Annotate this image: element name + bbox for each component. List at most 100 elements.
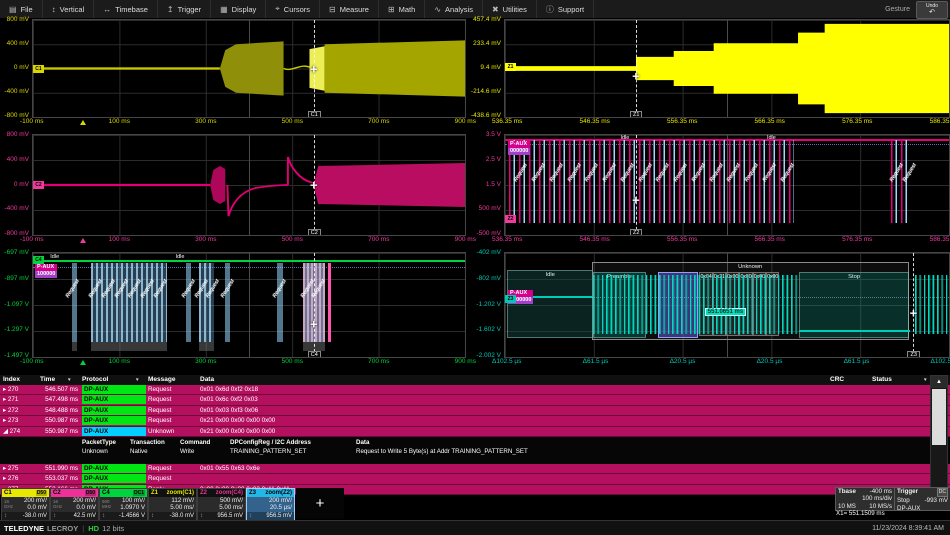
expand-icon[interactable]: ▸ (3, 465, 6, 472)
z3-signal-low-level (799, 330, 910, 332)
col-message[interactable]: Message (148, 375, 175, 385)
table-row[interactable]: ▸ 270 546.507 ms DP-AUX Request 0x01 0x6… (0, 385, 950, 395)
decode-unknown-label: Unknown (593, 264, 908, 270)
descriptor-z2[interactable]: Z2zoom(C4) 500 mV/ 5.00 ms/ ↕956.5 mV (197, 488, 246, 521)
z3-trace-indicator[interactable]: Z3 (505, 295, 516, 303)
tick-label: 556.35 ms (667, 236, 697, 243)
tick-label: 566.35 ms (755, 236, 785, 243)
col-status[interactable]: Status (872, 375, 892, 385)
add-trace-button[interactable]: + (296, 488, 344, 519)
scroll-up-icon[interactable]: ▲ (931, 376, 947, 388)
menu-math[interactable]: ⊞Math (379, 0, 425, 18)
table-row[interactable]: ▸ 271 547.498 ms DP-AUX Request 0x01 0x6… (0, 395, 950, 405)
zoom-hscale: 5.00 ms/ (149, 504, 196, 511)
c4-decode-marker (328, 263, 330, 342)
row-message: Request (148, 464, 171, 473)
scrollbar-thumb[interactable] (932, 389, 946, 445)
z3-plot[interactable]: Idle Unknown Preamble 0x040x210x000x000x… (504, 252, 950, 358)
decode-idle-label: Idle (767, 135, 776, 141)
col-index[interactable]: Index (3, 375, 20, 385)
c4-x-axis: -100 ms100 ms300 ms500 ms700 ms900 ms (20, 358, 476, 365)
expand-icon[interactable]: ▸ (3, 417, 6, 424)
table-row[interactable]: ▸ 272 548.488 ms DP-AUX Request 0x01 0x0… (0, 406, 950, 416)
c4-trace-indicator[interactable]: C4 (33, 256, 44, 264)
protocol-chip: DP-AUX (82, 427, 146, 436)
z2-trace-indicator[interactable]: Z2 (505, 215, 516, 223)
row-index: 274 (10, 428, 21, 435)
menu-vertical-label: Vertical (60, 5, 85, 14)
expand-icon[interactable]: ▸ (3, 386, 6, 393)
z1-plot[interactable]: Z1 Z1 + (504, 19, 950, 118)
menu-measure-label: Measure (340, 5, 369, 14)
table-row[interactable]: ▸ 275 551.990 ms DP-AUX Request 0x01 0x5… (0, 464, 950, 474)
timebase-box[interactable]: Tbase-400 ms 100 ms/div 10 MS10 MS/s (835, 487, 895, 511)
menu-display[interactable]: ▦Display (211, 0, 266, 18)
row-time: 546.507 ms (28, 385, 78, 394)
expand-icon[interactable]: ▸ (3, 396, 6, 403)
col-data[interactable]: Data (200, 375, 214, 385)
trigger-title: Trigger (897, 488, 918, 497)
z2-plot[interactable]: Request Request Request Request Request … (504, 134, 950, 236)
c2-trace-indicator[interactable]: C2 (33, 181, 44, 189)
collapse-icon[interactable]: ◢ (3, 428, 8, 435)
grid-c2: 800 mV400 mV0 mV-400 mV-800 mV C2 C2 + -… (0, 134, 466, 248)
row-data: 0x21 0x00 0x00 0x00 0x00 (200, 427, 275, 436)
tick-label: 546.35 ms (580, 118, 610, 125)
table-row[interactable]: ▸ 273 550.987 ms DP-AUX Request 0x21 0x0… (0, 416, 950, 426)
z1-trace-indicator[interactable]: Z1 (505, 63, 516, 71)
menu-file-label: File (21, 5, 33, 14)
c2-crosshair-icon: + (310, 178, 318, 193)
cursors-icon: ⌖ (275, 4, 280, 14)
menu-support[interactable]: ⓘSupport (537, 0, 594, 18)
offset-icon: ↕ (249, 512, 252, 520)
c1-plot[interactable]: C1 C1 + (32, 19, 466, 118)
expand-icon[interactable]: ▸ (3, 475, 6, 482)
descriptor-c4[interactable]: C4DC1 100 mV/ 1.0970 V 500MHz ↕-1.4566 V (99, 488, 148, 521)
descriptor-z3-selected[interactable]: Z3zoom(Z2) 200 mV/ 20.5 µs/ ↕956.5 mV (246, 488, 295, 521)
menu-cursors[interactable]: ⌖Cursors (266, 0, 320, 18)
menu-vertical[interactable]: ↕Vertical (43, 0, 95, 18)
tick-label: 556.35 ms (667, 118, 697, 125)
c1-trace-indicator[interactable]: C1 (33, 65, 44, 73)
undo-button[interactable]: Undo ↶ (916, 1, 948, 19)
badge-title: P-AUX (35, 264, 57, 271)
col-crc[interactable]: CRC (830, 375, 844, 385)
expand-icon[interactable]: ▸ (3, 407, 6, 414)
c2-plot[interactable]: C2 C2 + (32, 134, 466, 236)
c4-time-cursor[interactable]: C4 (314, 253, 315, 357)
decode-idle-label: Idle (620, 135, 629, 141)
table-scrollbar[interactable]: ▲ (930, 375, 948, 489)
utilities-icon: ✖ (492, 5, 499, 14)
table-row-expanded[interactable]: ◢ 274 550.987 ms DP-AUX Unknown 0x21 0x0… (0, 427, 950, 437)
menu-trigger[interactable]: ↥Trigger (158, 0, 211, 18)
tick-label: Δ61.5 µs (844, 358, 870, 365)
col-time[interactable]: Time (40, 375, 55, 385)
menu-timebase[interactable]: ↔Timebase (94, 0, 158, 18)
c4-burst-stub (199, 342, 214, 350)
z2-cursor-label: Z2 (630, 229, 642, 236)
row-index: 276 (8, 475, 19, 482)
x1-cursor-readout: X1= 551.1509 ms (836, 510, 916, 517)
bw-unit-badge: GHz (53, 504, 62, 509)
table-row[interactable]: ▸ 276 553.037 ms DP-AUX Request (0, 474, 950, 484)
row-index: 270 (8, 386, 19, 393)
tick-label: -100 ms (20, 236, 43, 243)
descriptor-z1[interactable]: Z1zoom(C1) 112 mV/ 5.00 ms/ ↕-38.0 mV (148, 488, 197, 521)
z3-pulse-train (915, 275, 949, 334)
descriptor-c2[interactable]: C2D50 200 mV/ 0.0 mV 16GHz ↕42.5 mV (50, 488, 99, 521)
c4-plot[interactable]: Request Request Request Request Request … (32, 252, 466, 358)
menu-measure[interactable]: ⊟ Measure (320, 0, 379, 18)
col-protocol[interactable]: Protocol (82, 375, 108, 385)
c2-trigger-time-marker (80, 238, 86, 243)
z2-time-cursor[interactable]: Z2 (636, 135, 637, 235)
trigger-box[interactable]: TriggerDC Stop-993 mV DP-AUX (894, 487, 950, 511)
analysis-icon: ∿ (434, 5, 441, 14)
detail-command: Write (180, 448, 194, 455)
descriptor-c1[interactable]: C1D50 200 mV/ 0.0 mV 16GHz ↕-38.0 mV (1, 488, 50, 521)
z1-waveform (505, 20, 949, 117)
measure-icon: ⊟ (329, 5, 336, 14)
offset-readout: -38.0 mV (170, 512, 194, 520)
channel-id: C4 (102, 490, 110, 496)
tick-label: 576.35 ms (842, 118, 872, 125)
tick-label: 586.35 ms (930, 118, 950, 125)
